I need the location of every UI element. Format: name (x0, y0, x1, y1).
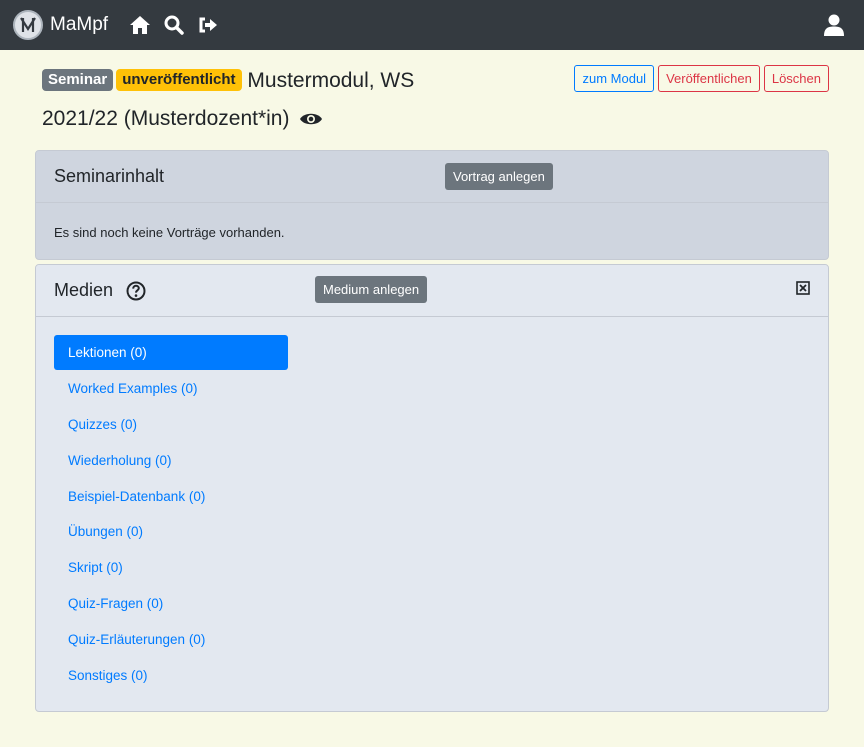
add-talk-button[interactable]: Vortrag anlegen (445, 163, 553, 190)
unpublished-badge: unveröffentlicht (116, 69, 242, 91)
add-medium-button[interactable]: Medium anlegen (315, 276, 428, 303)
media-type-item[interactable]: Quiz-Fragen (0) (54, 586, 288, 621)
brand-link[interactable]: MaMpf (13, 10, 108, 40)
seminar-card-header: Seminarinhalt Vortrag anlegen (36, 151, 828, 203)
seminar-card-title: Seminarinhalt (54, 166, 165, 186)
media-type-list: Lektionen (0) Worked Examples (0) Quizzes … (54, 335, 288, 694)
delete-button[interactable]: Löschen (763, 65, 829, 92)
media-type-item[interactable]: Worked Examples (0) (54, 371, 288, 406)
media-type-item[interactable]: Beispiel-Datenbank (0) (54, 479, 288, 514)
media-type-item[interactable]: Quiz-Erläuterungen (0) (54, 622, 288, 657)
media-card-header: Medien Medium anlegen (36, 265, 828, 317)
media-type-item[interactable]: Übungen (0) (54, 514, 288, 549)
eye-icon[interactable] (299, 102, 323, 140)
media-type-item[interactable]: Quizzes (0) (54, 407, 288, 442)
media-type-item[interactable]: Sonstiges (0) (54, 658, 288, 693)
media-type-item[interactable]: Wiederholung (0) (54, 443, 288, 478)
search-icon[interactable] (163, 14, 185, 36)
seminar-empty-text: Es sind noch keine Vorträge vorhanden. (54, 225, 285, 240)
mampf-logo-icon (13, 10, 43, 40)
navbar: MaMpf (0, 0, 864, 50)
action-buttons: zum Modul Veröffentlichen Löschen (574, 65, 829, 92)
home-icon[interactable] (129, 14, 151, 36)
user-icon[interactable] (824, 14, 844, 41)
brand-name: MaMpf (50, 14, 109, 35)
logout-icon[interactable] (197, 14, 219, 36)
page-title: Seminar unveröffentlicht Mustermodul, WS … (42, 62, 462, 140)
media-type-item[interactable]: Skript (0) (54, 550, 288, 585)
seminar-content-card: Seminarinhalt Vortrag anlegen Es sind no… (35, 150, 829, 260)
publish-button[interactable]: Veröffentlichen (658, 65, 760, 92)
media-type-item[interactable]: Lektionen (0) (54, 335, 288, 370)
close-icon[interactable] (796, 281, 810, 300)
seminar-badge: Seminar (42, 69, 114, 91)
help-icon[interactable] (126, 281, 146, 301)
media-card: Medien Medium anlegen Lektionen (0) Worke… (35, 264, 829, 712)
media-card-title: Medien (54, 280, 114, 300)
module-button[interactable]: zum Modul (574, 65, 655, 92)
